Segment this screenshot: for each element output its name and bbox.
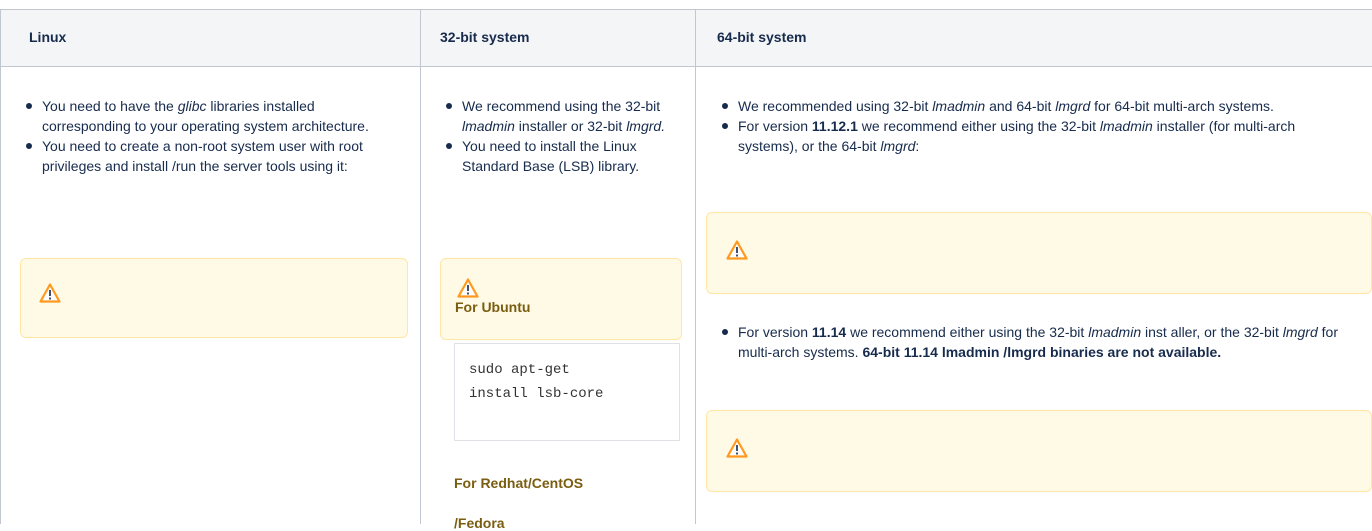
header-cell-64bit: 64-bit system — [696, 9, 1372, 67]
code-line: install lsb-core — [469, 386, 604, 402]
warning-icon — [726, 240, 748, 260]
redhat-heading: For Redhat/CentOS — [454, 475, 584, 491]
warning-icon — [726, 438, 748, 458]
lmgrd-term: lmgrd. — [626, 118, 666, 134]
list-item: You need to have the glibc libraries ins… — [20, 96, 400, 136]
32bit-cell: We recommend using the 32-bit lmadmin in… — [440, 96, 680, 176]
lmadmin-term: lmadmin — [462, 118, 515, 134]
list-item: You need to install the Linux Standard B… — [440, 136, 680, 176]
list-item: For version 11.14 we recommend either us… — [716, 322, 1366, 362]
code-line: sudo apt-get — [469, 362, 570, 378]
text: You need to create a non-root system use… — [42, 138, 363, 174]
header-cell-linux: Linux — [0, 9, 420, 67]
header-64bit: 64-bit system — [717, 29, 807, 45]
glibc-term: glibc — [177, 98, 207, 114]
header-32bit: 32-bit system — [440, 29, 530, 45]
text: we recommend either using the 32-bit — [846, 324, 1089, 340]
text: You need to install the Linux Standard B… — [462, 138, 640, 174]
warning-note — [20, 258, 408, 338]
64bit-list-2: For version 11.14 we recommend either us… — [716, 322, 1366, 362]
text: You need to have the — [42, 98, 178, 114]
text: inst aller, or the 32-bit — [1141, 324, 1283, 340]
lmadmin-term: lmadmin — [1099, 118, 1153, 134]
header-cell-32bit: 32-bit system — [421, 9, 695, 67]
32bit-list: We recommend using the 32-bit lmadmin in… — [440, 96, 680, 176]
redhat-heading-cont: /Fedora — [454, 515, 505, 531]
list-item: For version 11.12.1 we recommend either … — [716, 116, 1356, 156]
text: We recommended using 32-bit — [738, 98, 933, 114]
list-item: We recommend using the 32-bit lmadmin in… — [440, 96, 680, 136]
table-border-left — [0, 9, 1, 524]
lmadmin-term: lmadmin — [932, 98, 986, 114]
availability-note: 64-bit 11.14 lmadmin /lmgrd binaries are… — [862, 344, 1222, 360]
column-divider — [695, 9, 696, 524]
list-item: We recommended using 32-bit lmadmin and … — [716, 96, 1356, 116]
header-linux: Linux — [29, 29, 67, 45]
text: For version — [738, 324, 812, 340]
text: We recommend using the 32-bit — [462, 98, 661, 114]
linux-list: You need to have the glibc libraries ins… — [20, 96, 400, 176]
text: installer or 32-bit — [514, 118, 627, 134]
lmgrd-term: lmgrd — [1282, 324, 1318, 340]
lmgrd-term: lmgrd — [1055, 98, 1091, 114]
text: for 64-bit multi-arch systems. — [1090, 98, 1274, 114]
warning-note: For Ubuntu — [440, 258, 682, 340]
linux-cell: You need to have the glibc libraries ins… — [20, 96, 400, 176]
text: For version — [738, 118, 812, 134]
text: : — [915, 138, 920, 154]
lmadmin-term: lmadmin — [1088, 324, 1142, 340]
warning-icon — [39, 283, 61, 303]
warning-icon — [457, 278, 479, 298]
list-item: You need to create a non-root system use… — [20, 136, 400, 176]
version-number: 11.14 — [811, 324, 847, 340]
lmgrd-term: lmgrd — [880, 138, 916, 154]
64bit-cell: We recommended using 32-bit lmadmin and … — [716, 96, 1356, 156]
code-block: sudo apt-get install lsb-core — [454, 343, 680, 441]
64bit-list: We recommended using 32-bit lmadmin and … — [716, 96, 1356, 156]
warning-note — [706, 212, 1372, 294]
ubuntu-heading: For Ubuntu — [455, 299, 531, 315]
requirements-table: Linux 32-bit system 64-bit system You ne… — [0, 0, 1372, 531]
column-divider — [420, 9, 421, 524]
version-number: 11.12.1 — [811, 118, 858, 134]
text: we recommend either using the 32-bit — [857, 118, 1100, 134]
text: and 64-bit — [985, 98, 1056, 114]
warning-note — [706, 410, 1372, 492]
64bit-cell-cont: For version 11.14 we recommend either us… — [716, 322, 1366, 362]
